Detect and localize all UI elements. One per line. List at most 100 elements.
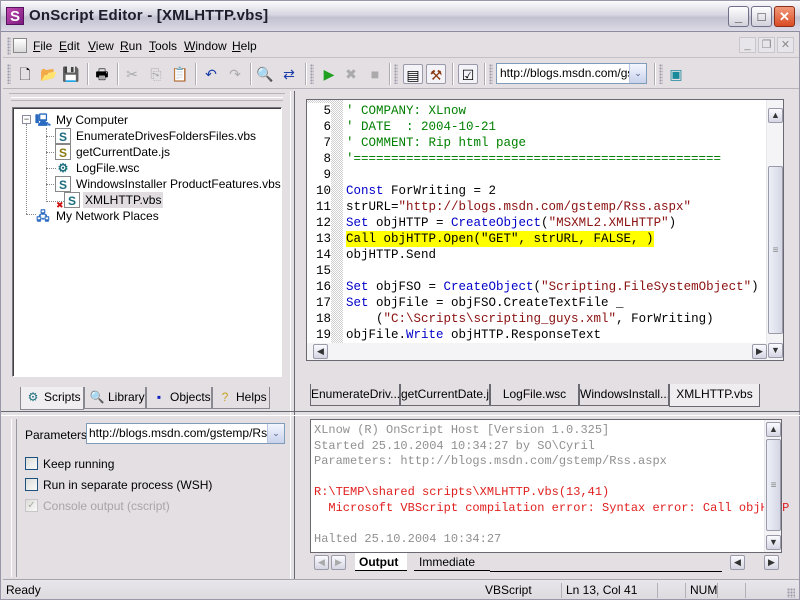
code-line[interactable]: ("C:\Scripts\scripting_guys.xml", ForWri… (346, 311, 714, 327)
print-button[interactable]: 🖶 (92, 64, 112, 84)
scroll-left-button[interactable]: ◀ (313, 344, 328, 359)
find-button[interactable]: 🔍 (255, 64, 275, 84)
editor-vertical-scrollbar[interactable]: ▲ ≡ ▼ (766, 100, 783, 360)
checkbox-box[interactable] (25, 478, 38, 491)
menu-edit[interactable]: Edit (59, 39, 80, 53)
toolbar-grip[interactable] (310, 64, 314, 84)
editor-tab[interactable]: getCurrentDate.js (400, 384, 490, 406)
code-editor[interactable]: 567891011121314151617181920 ' COMPANY: X… (306, 99, 784, 361)
undo-button[interactable]: ↶ (201, 64, 221, 84)
run-button[interactable]: ▶ (319, 64, 339, 84)
menu-grip[interactable] (7, 37, 11, 55)
tree-item-network-places[interactable]: 🖧 My Network Places (35, 208, 161, 224)
collapse-toggle[interactable]: − (22, 115, 31, 124)
panel-grip[interactable] (11, 419, 17, 577)
open-button[interactable]: 📂 (39, 64, 59, 84)
toolbar-grip[interactable] (394, 64, 398, 84)
tab-scroll-right-button[interactable]: ▶ (331, 555, 346, 570)
project-explorer-button[interactable]: ▤ (403, 64, 423, 84)
tab-scroll-left-button[interactable]: ◀ (314, 555, 329, 570)
toolbar-grip[interactable] (7, 64, 11, 84)
tab-library[interactable]: 🔍 Library (84, 387, 146, 409)
close-button[interactable]: ✕ (774, 6, 795, 27)
menu-tools[interactable]: Tools (149, 39, 177, 53)
replace-button[interactable]: ⇄ (279, 64, 299, 84)
code-line[interactable]: strURL="http://blogs.msdn.com/gstemp/Rss… (346, 199, 691, 215)
console-vertical-scrollbar[interactable]: ▲ ≡ ▼ (764, 420, 781, 552)
scroll-down-button[interactable]: ▼ (768, 343, 783, 358)
parameters-combo[interactable]: http://blogs.msdn.com/gstemp/Rss. ⌄ (86, 423, 285, 444)
menu-view[interactable]: View (88, 39, 114, 53)
output-console[interactable]: XLnow (R) OnScript Host [Version 1.0.325… (310, 419, 789, 553)
scroll-thumb[interactable]: ≡ (768, 166, 783, 334)
menu-help[interactable]: Help (232, 39, 257, 53)
code-line[interactable]: Set objHTTP = CreateObject("MSXML2.XMLHT… (346, 215, 676, 231)
scroll-down-button[interactable]: ▼ (766, 535, 781, 550)
tab-scripts[interactable]: ⚙ Scripts (20, 387, 84, 410)
tree-item-file[interactable]: SgetCurrentDate.js (55, 144, 172, 160)
scroll-right-button[interactable]: ▶ (752, 344, 767, 359)
code-line[interactable]: '=======================================… (346, 151, 721, 167)
horizontal-splitter[interactable] (1, 411, 800, 416)
code-line[interactable]: objHTTP.Send (346, 247, 436, 263)
halt-button[interactable]: ■ (365, 64, 385, 84)
editor-tab[interactable]: LogFile.wsc (490, 384, 579, 406)
scroll-up-button[interactable]: ▲ (768, 108, 783, 123)
paste-button[interactable]: 📋 (170, 64, 190, 84)
code-line[interactable]: Set objFSO = CreateObject("Scripting.Fil… (346, 279, 759, 295)
scroll-thumb[interactable]: ≡ (766, 439, 781, 531)
build-button[interactable]: ⚒ (426, 64, 446, 84)
editor-tab-active[interactable]: XMLHTTP.vbs (669, 384, 760, 407)
stop-button[interactable]: ✖ (341, 64, 361, 84)
menu-window[interactable]: Window (184, 39, 227, 53)
pane-header-grip[interactable] (9, 93, 285, 105)
tab-helps[interactable]: ? Helps (212, 387, 270, 409)
code-line[interactable]: Const ForWriting = 2 (346, 183, 496, 199)
code-line-highlighted[interactable]: Call objHTTP.Open("GET", strURL, FALSE, … (346, 231, 654, 247)
url-combo[interactable]: http://blogs.msdn.com/gst ⌄ (496, 63, 647, 84)
keep-running-checkbox[interactable]: Keep running (25, 457, 114, 473)
mdi-minimize-button[interactable]: _ (739, 37, 756, 53)
code-line[interactable]: ' COMMENT: Rip html page (346, 135, 526, 151)
tree-item-file-selected[interactable]: S XMLHTTP.vbs (64, 192, 164, 208)
tree-item-file[interactable]: S EnumerateDrivesFoldersFiles.vbs (55, 128, 258, 144)
new-file-button[interactable]: 🗋 (15, 64, 35, 84)
document-menu-icon[interactable] (13, 38, 27, 53)
scroll-up-button[interactable]: ▲ (766, 422, 781, 437)
mdi-close-button[interactable]: ✕ (777, 37, 794, 53)
code-line[interactable]: ' COMPANY: XLnow (346, 103, 466, 119)
toolbar-grip[interactable] (659, 64, 663, 84)
save-button[interactable]: 💾 (61, 64, 81, 84)
code-line[interactable]: Set objFile = objFSO.CreateTextFile _ (346, 295, 624, 311)
tree-item-file[interactable]: S WindowsInstaller ProductFeatures.vbs (55, 176, 283, 192)
mdi-restore-button[interactable]: ❐ (758, 37, 775, 53)
console-output-checkbox[interactable]: ✓ Console output (cscript) (25, 499, 170, 515)
editor-tab[interactable]: WindowsInstall... (579, 384, 669, 406)
tree-item-file[interactable]: ⚙ LogFile.wsc (55, 160, 141, 176)
scroll-left-button[interactable]: ◀ (730, 555, 745, 570)
properties-button[interactable]: ☑ (458, 64, 478, 84)
console-button[interactable]: ▣ (666, 64, 686, 84)
redo-button[interactable]: ↷ (225, 64, 245, 84)
code-line[interactable]: objFile.Write objHTTP.ResponseText (346, 327, 601, 343)
chevron-down-icon[interactable]: ⌄ (267, 424, 284, 443)
menu-file[interactable]: File (33, 39, 52, 53)
minimize-button[interactable]: _ (728, 6, 749, 27)
editor-tab[interactable]: EnumerateDriv... (310, 384, 400, 406)
resize-grip[interactable] (787, 588, 795, 598)
cut-button[interactable]: ✂ (122, 64, 142, 84)
checkbox-box[interactable] (25, 457, 38, 470)
toolbar-grip[interactable] (489, 64, 493, 84)
tab-output[interactable]: Output (355, 553, 407, 571)
separate-process-checkbox[interactable]: Run in separate process (WSH) (25, 478, 212, 494)
tab-objects[interactable]: ▪ Objects (146, 387, 212, 409)
tab-immediate[interactable]: Immediate (414, 553, 490, 571)
title-bar[interactable]: S OnScript Editor - [XMLHTTP.vbs] _ □ ✕ (1, 1, 800, 32)
tree-item-my-computer[interactable]: 🖳 My Computer (35, 112, 130, 128)
chevron-down-icon[interactable]: ⌄ (629, 64, 646, 83)
scroll-right-button[interactable]: ▶ (764, 555, 779, 570)
maximize-button[interactable]: □ (751, 6, 772, 27)
editor-horizontal-scrollbar[interactable]: ◀ ▶ (307, 343, 767, 360)
copy-button[interactable]: ⎘ (146, 64, 166, 84)
menu-run[interactable]: Run (120, 39, 142, 53)
